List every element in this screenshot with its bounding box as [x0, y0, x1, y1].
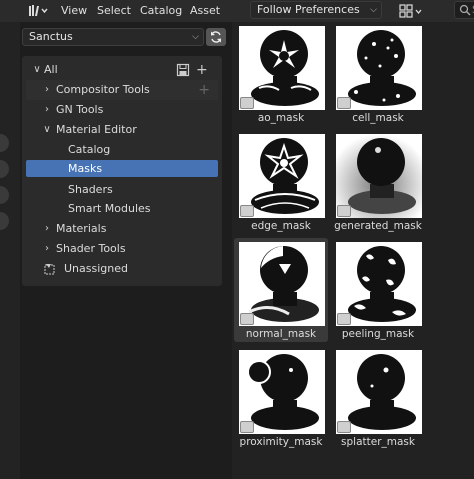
asset-tile-peeling-mask[interactable]: peeling_mask [331, 238, 425, 342]
chevron-right-icon[interactable]: › [42, 239, 52, 259]
catalog-item-label: Shader Tools [56, 242, 126, 255]
asset-tile-splatter-mask[interactable]: splatter_mask [331, 346, 425, 450]
display-mode-button[interactable] [398, 2, 424, 20]
asset-tile-ao-mask[interactable]: ao_mask [234, 22, 328, 126]
asset-label: cell_mask [352, 112, 404, 124]
left-toolbar-strip [0, 22, 20, 479]
catalog-item-gn-tools[interactable]: › GN Tools [26, 100, 218, 120]
catalog-item-label: Material Editor [56, 123, 137, 136]
edge-mask-thumbnail [239, 134, 325, 218]
asset-library-dropdown[interactable]: Sanctus ⌵ [22, 28, 204, 46]
search-input[interactable]: Se [454, 1, 474, 19]
refresh-icon [211, 31, 221, 43]
grid-view-icon [399, 4, 422, 18]
menu-catalog[interactable]: Catalog [140, 3, 182, 19]
refresh-library-button[interactable] [206, 28, 226, 46]
add-catalog-icon[interactable]: + [196, 60, 208, 80]
search-icon [459, 4, 471, 16]
menu-asset[interactable]: Asset [190, 3, 220, 19]
peeling-mask-thumbnail [336, 242, 422, 326]
material-type-badge [240, 421, 254, 433]
asset-label: proximity_mask [239, 436, 323, 448]
catalog-item-label: Shaders [68, 183, 113, 196]
chevron-down-icon[interactable]: ∨ [42, 120, 52, 140]
asset-label: peeling_mask [341, 328, 415, 340]
catalog-item-all[interactable]: ∨ All + [26, 60, 218, 80]
library-selector-row: Sanctus ⌵ [22, 28, 226, 46]
asset-tile-cell-mask[interactable]: cell_mask [331, 22, 425, 126]
catalog-item-materials[interactable]: › Materials [26, 219, 218, 239]
toolbar-tab[interactable] [0, 160, 9, 178]
generated-mask-thumbnail [336, 134, 422, 218]
material-type-badge [240, 97, 254, 109]
asset-label: splatter_mask [341, 436, 415, 448]
asset-label: ao_mask [257, 112, 305, 124]
catalog-item-shader-tools[interactable]: › Shader Tools [26, 239, 218, 259]
material-type-badge [337, 205, 351, 217]
catalog-item-label: Catalog [68, 143, 111, 156]
ao-mask-thumbnail [239, 26, 325, 110]
cell-mask-thumbnail [336, 26, 422, 110]
catalog-item-label: All [44, 63, 58, 76]
toolbar-tab[interactable] [0, 134, 9, 152]
catalog-item-smart-modules[interactable]: Smart Modules [26, 199, 218, 219]
catalog-item-unassigned[interactable]: Unassigned [26, 259, 218, 279]
asset-browser-header: View Select Catalog Asset Follow Prefere… [0, 0, 474, 22]
toolbar-tab[interactable] [0, 186, 9, 204]
chevron-down-icon: ⌵ [370, 5, 377, 15]
editor-type-selector[interactable] [26, 2, 50, 20]
chevron-right-icon[interactable]: › [42, 219, 52, 239]
menu-view[interactable]: View [61, 3, 87, 19]
catalog-item-label: GN Tools [56, 103, 104, 116]
catalog-tree-panel: ∨ All + › Compositor Tools + › GN Tools … [22, 56, 222, 286]
chevron-down-icon: ⌵ [192, 32, 199, 42]
chevron-right-icon[interactable]: › [42, 100, 52, 120]
material-type-badge [337, 313, 351, 325]
chevron-right-icon[interactable]: › [42, 80, 52, 100]
asset-tile-edge-mask[interactable]: edge_mask [234, 130, 328, 234]
asset-browser-icon [29, 5, 48, 16]
catalog-item-label: Smart Modules [68, 202, 151, 215]
catalog-item-label: Materials [56, 222, 107, 235]
material-type-badge [337, 421, 351, 433]
proximity-mask-thumbnail [239, 350, 325, 434]
chevron-down-icon[interactable]: ∨ [32, 60, 42, 80]
toolbar-tab[interactable] [0, 212, 9, 230]
normal-mask-thumbnail [239, 242, 325, 326]
catalog-item-label: Compositor Tools [56, 83, 150, 96]
menu-select[interactable]: Select [97, 3, 131, 19]
import-method-dropdown[interactable]: Follow Preferences ⌵ [250, 1, 382, 19]
asset-grid: ao_mask cell_mask edge_mask generated_ma… [232, 22, 474, 479]
material-type-badge [240, 313, 254, 325]
save-icon[interactable] [176, 63, 190, 77]
splatter-mask-thumbnail [336, 350, 422, 434]
catalog-item-shaders[interactable]: Shaders [26, 180, 218, 200]
catalog-item-material-editor[interactable]: ∨ Material Editor [26, 120, 218, 140]
asset-label: generated_mask [334, 220, 422, 232]
catalog-item-label: Unassigned [64, 262, 128, 275]
material-type-badge [240, 205, 254, 217]
import-method-value: Follow Preferences [257, 3, 360, 16]
asset-label: normal_mask [245, 328, 317, 340]
asset-library-value: Sanctus [29, 30, 73, 43]
add-catalog-icon[interactable]: + [198, 80, 210, 100]
catalog-item-compositor-tools[interactable]: › Compositor Tools + [26, 80, 218, 100]
catalog-item-catalog[interactable]: Catalog [26, 140, 218, 160]
catalog-item-masks[interactable]: Masks [26, 160, 218, 177]
unassigned-icon [44, 264, 55, 275]
catalog-actions: + [172, 60, 212, 80]
asset-tile-generated-mask[interactable]: generated_mask [331, 130, 425, 234]
material-type-badge [337, 97, 351, 109]
asset-label: edge_mask [251, 220, 311, 232]
catalog-item-label: Masks [68, 162, 103, 175]
asset-tile-proximity-mask[interactable]: proximity_mask [234, 346, 328, 450]
asset-tile-normal-mask[interactable]: normal_mask [234, 238, 328, 342]
